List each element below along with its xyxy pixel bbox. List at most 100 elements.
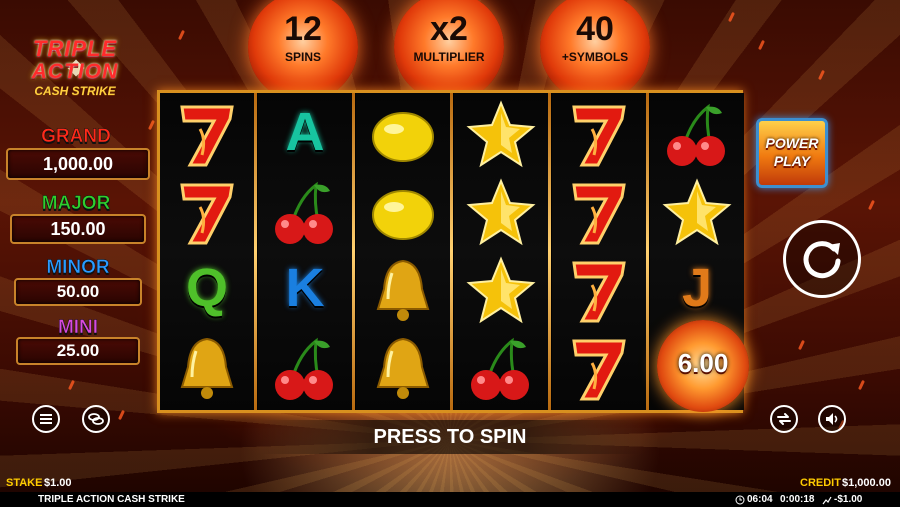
star-symbol [454, 251, 548, 330]
star-symbol [650, 173, 744, 252]
autoplay-button[interactable] [770, 405, 798, 433]
cash-symbol-value: 6.00 [677, 348, 729, 378]
symbols-counter-value: 40 [576, 10, 614, 48]
symbol-letter: J [681, 258, 713, 318]
reel-divider [254, 93, 257, 410]
cherry-symbol [258, 173, 352, 252]
reel-divider [548, 93, 551, 410]
jackpot-grand-title: GRAND [41, 126, 111, 148]
reel-2: AK [258, 93, 352, 410]
stake-label: STAKE [6, 477, 43, 489]
footer-clock: 06:04 [747, 494, 773, 505]
seven-icon [572, 183, 626, 245]
reel-3 [356, 93, 450, 410]
lemon-symbol [356, 95, 450, 174]
seven-symbol [160, 173, 254, 252]
credit-label: CREDIT [800, 477, 841, 489]
bell-symbol [160, 329, 254, 408]
cash-symbol: 6.00 [657, 320, 749, 412]
cherry-icon [471, 337, 529, 400]
jackpot-major-value: 150.00 [10, 214, 146, 244]
spins-counter-value: 12 [284, 10, 322, 48]
seven-symbol [552, 173, 646, 252]
press-to-spin-prompt[interactable]: PRESS TO SPIN [260, 420, 640, 454]
footer-net: -$1.00 [834, 494, 863, 505]
jackpot-major-title: MAJOR [41, 193, 111, 215]
bell-icon [376, 337, 430, 399]
credit-value: $1,000.00 [842, 477, 891, 489]
cherry-symbol [650, 95, 744, 174]
cherry-symbol [454, 329, 548, 408]
reel-divider [450, 93, 453, 410]
symbol-letter: A [285, 102, 325, 162]
cherry-icon [667, 103, 725, 166]
letter-q-symbol: Q [160, 251, 254, 330]
seven-symbol [552, 95, 646, 174]
seven-icon [572, 105, 626, 167]
power-play-button[interactable]: POWER PLAY [756, 118, 828, 188]
symbol-letter: Q [185, 258, 228, 318]
bell-icon [180, 337, 234, 399]
coins-icon [88, 413, 104, 425]
power-play-label-2: PLAY [773, 153, 811, 169]
spin-button[interactable] [783, 220, 861, 298]
reel-divider [646, 93, 649, 410]
autoplay-icon [777, 413, 791, 425]
lemon-symbol [356, 173, 450, 252]
reel-4 [454, 93, 548, 410]
star-symbol [454, 95, 548, 174]
cherry-symbol [258, 329, 352, 408]
reel-divider [352, 93, 355, 410]
jackpot-mini-value: 25.00 [16, 337, 140, 365]
star-symbol [454, 173, 548, 252]
star-icon [466, 178, 536, 246]
star-icon [466, 100, 536, 168]
seven-symbol [552, 251, 646, 330]
footer-game-title: TRIPLE ACTION CASH STRIKE [38, 494, 185, 505]
bell-symbol [356, 329, 450, 408]
lemon-icon [372, 112, 434, 162]
seven-icon [180, 183, 234, 245]
jackpot-grand-value: 1,000.00 [6, 148, 150, 180]
sound-button[interactable] [818, 405, 846, 433]
jackpot-minor-title: MINOR [46, 257, 110, 279]
logo-line-1: TRIPLE [32, 36, 118, 61]
chart-icon [822, 496, 832, 505]
symbols-counter-label: +SYMBOLS [561, 50, 629, 64]
footer-session-time: 0:00:18 [780, 494, 815, 505]
seven-icon [572, 339, 626, 401]
status-bar: STAKE $1.00 CREDIT $1,000.00 [0, 474, 900, 492]
menu-button[interactable] [32, 405, 60, 433]
reel-5 [552, 93, 646, 410]
seven-icon [572, 261, 626, 323]
jackpot-mini-title: MINI [57, 317, 99, 339]
footer-bar: TRIPLE ACTION CASH STRIKE 06:04 0:00:18 … [0, 492, 900, 507]
star-icon [466, 256, 536, 324]
game-stage: TRIPLE ACTION CASH STRIKE GRAND 1,000.00… [0, 0, 900, 507]
lemon-icon [372, 190, 434, 240]
cherry-icon [275, 181, 333, 244]
stake-value: $1.00 [44, 477, 72, 489]
reel-grid: Q A K J 6.00 [157, 90, 749, 413]
reel-1: Q [160, 93, 254, 410]
game-logo: TRIPLE ACTION CASH STRIKE [14, 30, 136, 100]
letter-k-symbol: K [258, 251, 352, 330]
clock-icon [735, 495, 745, 505]
letter-a-symbol: A [258, 95, 352, 174]
spin-icon [803, 241, 841, 279]
multiplier-counter-label: MULTIPLIER [413, 50, 485, 64]
seven-symbol [160, 95, 254, 174]
spins-counter-label: SPINS [284, 50, 321, 64]
symbol-letter: K [285, 258, 325, 318]
power-play-label-1: POWER [765, 135, 819, 151]
multiplier-counter-value: x2 [430, 10, 468, 48]
jackpot-minor-value: 50.00 [14, 278, 142, 306]
seven-symbol [552, 329, 646, 408]
logo-line-3: CASH STRIKE [34, 84, 116, 98]
sound-icon [826, 413, 838, 425]
bet-button[interactable] [82, 405, 110, 433]
logo-line-2: ACTION [31, 60, 119, 83]
bell-icon [376, 259, 430, 321]
star-icon [662, 178, 732, 246]
cherry-icon [275, 337, 333, 400]
